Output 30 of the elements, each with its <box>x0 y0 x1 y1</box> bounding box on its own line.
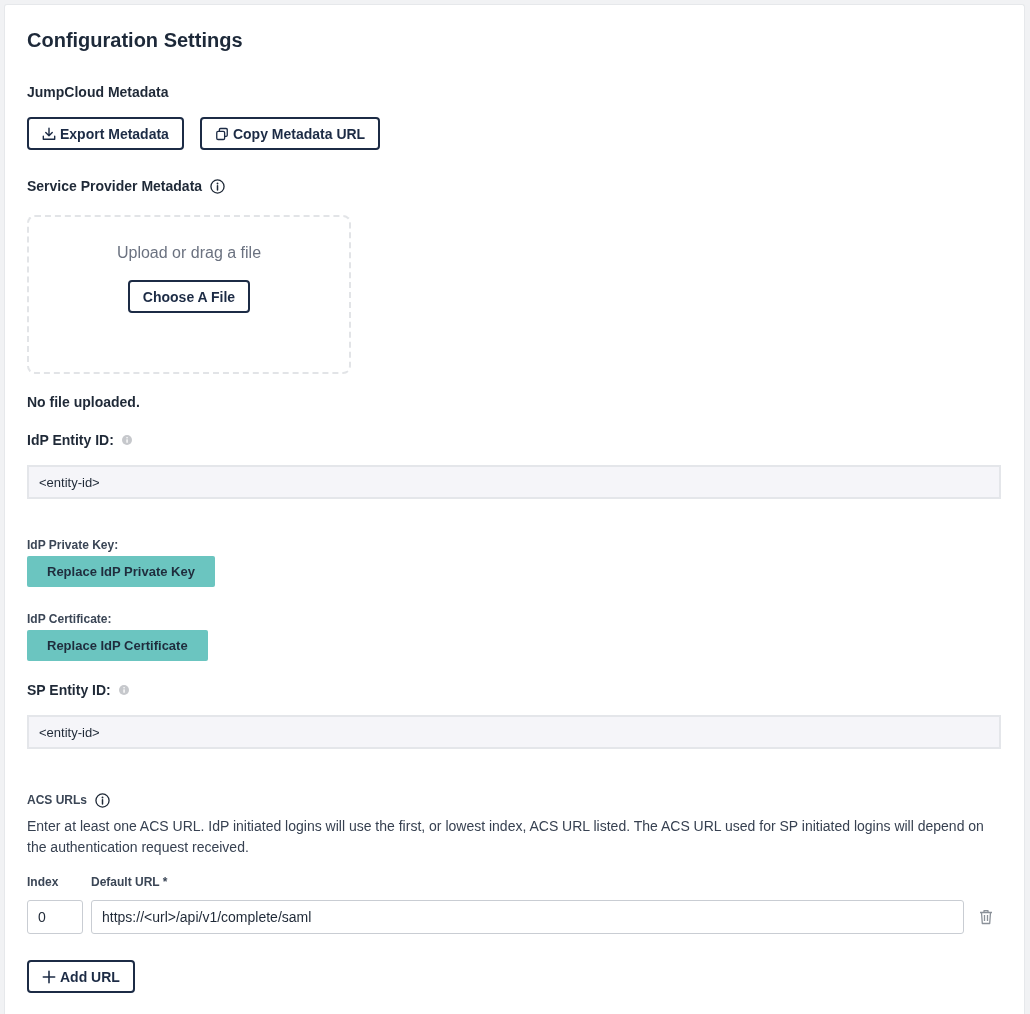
field-label: IdP Private Key: <box>27 537 120 553</box>
column-label: Default URL * <box>91 875 168 889</box>
delete-icon[interactable] <box>979 909 994 925</box>
plus-icon <box>42 969 56 984</box>
info-icon[interactable] <box>95 792 110 808</box>
file-drop-zone[interactable]: Upload or drag a file Choose A File <box>27 215 351 374</box>
choose-file-button[interactable]: Choose A File <box>127 280 251 313</box>
section-label: ACS URLs <box>27 792 87 808</box>
field-label: IdP Entity ID: <box>27 431 114 450</box>
field-label: IdP Certificate: <box>27 611 113 627</box>
section-label: JumpCloud Metadata <box>27 83 170 102</box>
index-field[interactable]: 0 <box>27 900 83 934</box>
copy-url-button[interactable]: Copy Metadata URL <box>199 117 381 150</box>
field-label: SP Entity ID: <box>27 681 111 700</box>
export-metadata-button[interactable]: Export Metadata <box>27 117 184 150</box>
replace-key-button[interactable]: Replace IdP Private Key <box>27 556 215 587</box>
entity-id-field[interactable]: <entity-id> <box>27 465 1001 499</box>
url-field[interactable]: https://<url>/api/v1/complete/saml <box>91 900 964 934</box>
replace-certificate-button[interactable]: Replace IdP Certificate <box>27 630 208 661</box>
description-text: Enter at least one ACS URL. IdP initiated logins will use the first, or lowest index, ACS URL listed. The ACS URL used for SP initiated logins will depend on the authentication request received. <box>27 817 985 857</box>
copy-icon <box>214 126 229 141</box>
upload-status-text: No file uploaded. <box>27 393 141 412</box>
info-icon[interactable] <box>210 178 226 194</box>
download-icon <box>42 126 56 141</box>
section-label: Service Provider Metadata <box>27 177 203 196</box>
drop-zone-prompt: Upload or drag a file <box>115 243 263 263</box>
add-url-button[interactable]: Add URL <box>27 960 135 993</box>
page-title: Configuration Settings <box>27 28 244 52</box>
column-label: Index <box>27 875 59 889</box>
entity-id-field[interactable]: <entity-id> <box>27 715 1001 749</box>
